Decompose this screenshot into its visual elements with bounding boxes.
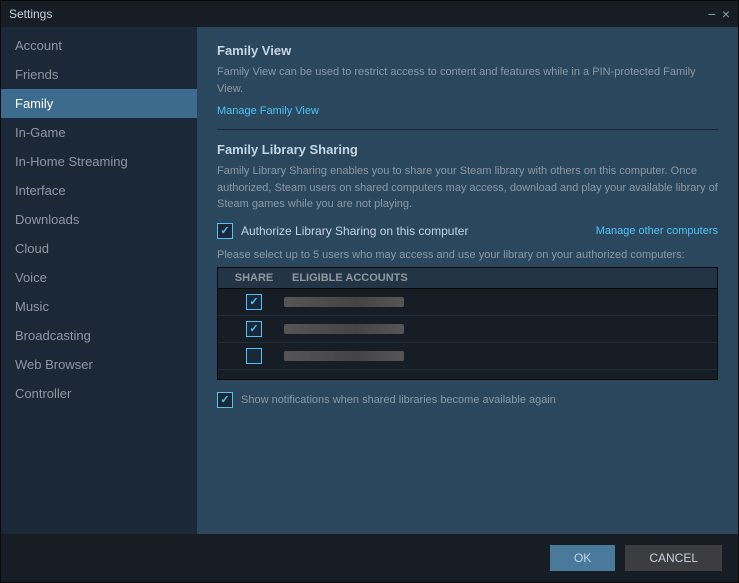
section-divider — [217, 129, 718, 130]
notify-row: Show notifications when shared libraries… — [217, 392, 718, 408]
main-panel: Family View Family View can be used to r… — [197, 27, 738, 534]
sidebar-item-family[interactable]: Family — [1, 89, 197, 118]
footer: OK CANCEL — [1, 534, 738, 582]
manage-other-computers-link[interactable]: Manage other computers — [596, 225, 718, 237]
family-library-section: Family Library Sharing Family Library Sh… — [217, 142, 718, 408]
sidebar: Account Friends Family In-Game In-Home S… — [1, 27, 197, 534]
sidebar-item-webbrowser[interactable]: Web Browser — [1, 350, 197, 379]
row-check-2 — [224, 321, 284, 337]
sidebar-item-downloads[interactable]: Downloads — [1, 205, 197, 234]
sidebar-item-friends[interactable]: Friends — [1, 60, 197, 89]
close-button[interactable]: × — [722, 7, 730, 21]
table-row — [218, 316, 717, 343]
authorize-label: Authorize Library Sharing on this comput… — [241, 224, 468, 238]
family-view-title: Family View — [217, 43, 718, 58]
account-checkbox-1[interactable] — [246, 294, 262, 310]
title-bar: Settings − × — [1, 1, 738, 27]
sidebar-item-inhomestreaming[interactable]: In-Home Streaming — [1, 147, 197, 176]
sidebar-item-cloud[interactable]: Cloud — [1, 234, 197, 263]
ok-button[interactable]: OK — [550, 545, 615, 571]
account-checkbox-2[interactable] — [246, 321, 262, 337]
settings-window: Settings − × Account Friends Family In-G… — [0, 0, 739, 583]
sidebar-item-interface[interactable]: Interface — [1, 176, 197, 205]
share-column-header: SHARE — [224, 272, 284, 284]
window-title: Settings — [9, 7, 52, 21]
window-content: Account Friends Family In-Game In-Home S… — [1, 27, 738, 534]
sidebar-item-account[interactable]: Account — [1, 31, 197, 60]
notify-label: Show notifications when shared libraries… — [241, 394, 556, 406]
table-desc: Please select up to 5 users who may acce… — [217, 249, 718, 261]
manage-family-view-link[interactable]: Manage Family View — [217, 105, 319, 117]
sidebar-item-voice[interactable]: Voice — [1, 263, 197, 292]
family-library-title: Family Library Sharing — [217, 142, 718, 157]
minimize-button[interactable]: − — [708, 7, 716, 21]
notify-checkbox[interactable] — [217, 392, 233, 408]
sidebar-item-music[interactable]: Music — [1, 292, 197, 321]
authorize-checkbox[interactable] — [217, 223, 233, 239]
row-check-3 — [224, 348, 284, 364]
row-check-1 — [224, 294, 284, 310]
sidebar-item-broadcasting[interactable]: Broadcasting — [1, 321, 197, 350]
window-controls: − × — [708, 7, 730, 21]
eligible-accounts-table: SHARE ELIGIBLE ACCOUNTS — [217, 267, 718, 380]
eligible-rows — [218, 289, 717, 379]
table-row — [218, 343, 717, 370]
sidebar-item-ingame[interactable]: In-Game — [1, 118, 197, 147]
account-checkbox-3[interactable] — [246, 348, 262, 364]
family-view-section: Family View Family View can be used to r… — [217, 43, 718, 117]
cancel-button[interactable]: CANCEL — [625, 545, 722, 571]
authorize-row: Authorize Library Sharing on this comput… — [217, 223, 718, 239]
table-header: SHARE ELIGIBLE ACCOUNTS — [218, 268, 717, 289]
sidebar-item-controller[interactable]: Controller — [1, 379, 197, 408]
account-name-2 — [284, 324, 404, 334]
family-library-desc: Family Library Sharing enables you to sh… — [217, 163, 718, 213]
family-view-desc: Family View can be used to restrict acce… — [217, 64, 718, 97]
authorize-left: Authorize Library Sharing on this comput… — [217, 223, 468, 239]
accounts-column-header: ELIGIBLE ACCOUNTS — [284, 272, 711, 284]
account-name-3 — [284, 351, 404, 361]
account-name-1 — [284, 297, 404, 307]
table-row — [218, 289, 717, 316]
